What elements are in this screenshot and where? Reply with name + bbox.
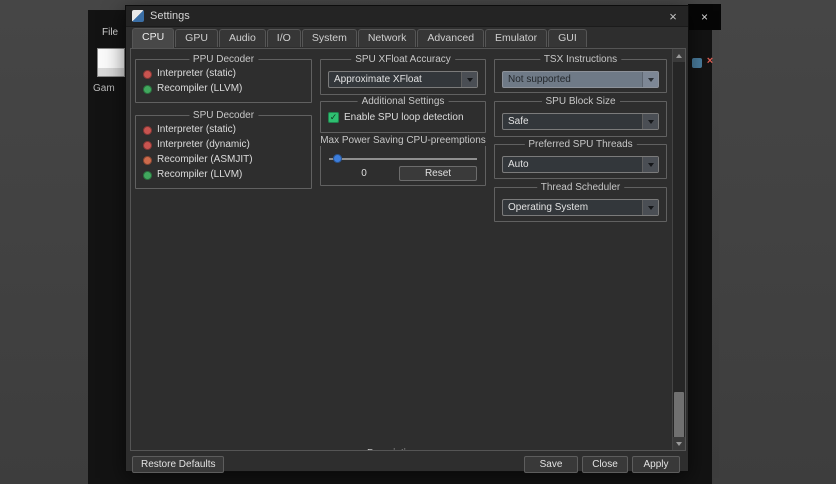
background-close-button[interactable]: × [701,11,708,23]
preemptions-slider-track [329,154,477,163]
preemptions-value: 0 [361,168,367,179]
radio-option-spu-interpreter-static[interactable]: Interpreter (static) [143,125,311,135]
spu-xfloat-accuracy-dropdown[interactable]: Approximate XFloat [328,71,478,88]
tab-io[interactable]: I/O [266,29,301,47]
group-title: Max Power Saving CPU-preemptions [316,135,490,146]
thread-scheduler-group: Thread Scheduler Operating System [494,182,667,222]
radio-indicator [143,170,152,180]
spu-xfloat-accuracy-group: SPU XFloat Accuracy Approximate XFloat [320,54,486,95]
vertical-scrollbar[interactable] [672,49,685,450]
close-button[interactable]: Close [582,456,628,473]
save-button[interactable]: Save [524,456,578,473]
dropdown-value: Auto [508,159,529,170]
preemptions-controls: 0 Reset [329,166,477,181]
background-game-thumbnail [97,48,125,77]
background-partial-label: Gam [93,83,115,94]
scroll-up-icon[interactable] [673,49,685,62]
restore-defaults-button[interactable]: Restore Defaults [132,456,225,473]
group-title: Preferred SPU Threads [524,139,637,150]
spu-block-size-group: SPU Block Size Safe [494,96,667,137]
dialog-title: Settings [150,10,190,22]
group-title: Description [362,448,422,450]
chevron-down-icon [642,157,658,172]
tsx-instructions-group: TSX Instructions Not supported [494,54,667,93]
radio-indicator [143,84,152,94]
checkbox-indicator: ✓ [328,112,339,123]
tab-audio[interactable]: Audio [218,29,266,47]
spu-loop-detection-checkbox[interactable]: ✓ Enable SPU loop detection [328,112,464,123]
tab-system[interactable]: System [301,29,357,47]
background-toolbar-icon [692,58,702,68]
tab-bar: CPU GPU Audio I/O System Network Advance… [126,27,688,48]
radio-indicator [143,69,152,79]
group-title: SPU XFloat Accuracy [351,54,455,65]
radio-option-ppu-interpreter-static[interactable]: Interpreter (static) [143,69,311,79]
preferred-spu-threads-dropdown[interactable]: Auto [502,156,659,173]
tab-cpu[interactable]: CPU [132,28,175,48]
radio-indicator [143,155,152,165]
reset-button[interactable]: Reset [399,166,477,181]
ppu-decoder-group: PPU Decoder Interpreter (static) Recompi… [135,54,312,103]
spu-block-size-dropdown[interactable]: Safe [502,113,659,130]
dialog-titlebar[interactable]: Settings × [126,6,688,27]
cpu-preemptions-group: Max Power Saving CPU-preemptions 0 Reset [316,135,490,186]
preferred-spu-threads-group: Preferred SPU Threads Auto [494,139,667,179]
radio-label: Interpreter (static) [157,68,236,79]
radio-option-spu-recompiler-llvm[interactable]: Recompiler (LLVM) [143,170,311,180]
chevron-down-icon [642,200,658,215]
group-title: SPU Block Size [541,96,620,107]
tab-emulator[interactable]: Emulator [485,29,548,47]
group-title: Additional Settings [357,96,449,107]
chevron-down-icon [642,72,658,87]
group-title: PPU Decoder [188,54,259,65]
additional-settings-group: Additional Settings ✓ Enable SPU loop de… [320,96,486,133]
group-title: Thread Scheduler [536,182,625,193]
settings-dialog: Settings × CPU GPU Audio I/O System Netw… [125,5,689,473]
tab-gpu[interactable]: GPU [175,29,218,47]
scrollbar-thumb[interactable] [674,392,684,439]
checkbox-label: Enable SPU loop detection [344,112,464,123]
rpcs3-logo-icon [132,10,144,22]
radio-label: Recompiler (ASMJIT) [157,154,253,165]
dropdown-value: Not supported [508,74,571,85]
dropdown-value: Operating System [508,202,589,213]
chevron-down-icon [642,114,658,129]
radio-indicator [143,125,152,135]
background-file-menu[interactable]: File [102,27,118,38]
radio-indicator [143,140,152,150]
radio-label: Interpreter (dynamic) [157,139,250,150]
desktop: File Gam × × Settings × CPU GPU Audio I/… [0,0,836,484]
tsx-instructions-dropdown: Not supported [502,71,659,88]
tab-gui[interactable]: GUI [548,29,587,47]
radio-option-ppu-recompiler-llvm[interactable]: Recompiler (LLVM) [143,84,311,94]
background-window-titlebar: × [688,4,721,30]
dropdown-value: Approximate XFloat [334,74,422,85]
dropdown-value: Safe [508,116,529,127]
spu-decoder-group: SPU Decoder Interpreter (static) Interpr… [135,110,312,189]
thread-scheduler-dropdown[interactable]: Operating System [502,199,659,216]
radio-label: Recompiler (LLVM) [157,83,243,94]
background-close-icon[interactable]: × [704,55,716,68]
preemptions-slider-handle[interactable] [333,154,342,163]
group-title: SPU Decoder [188,110,259,121]
radio-label: Recompiler (LLVM) [157,169,243,180]
cpu-settings-pane: PPU Decoder Interpreter (static) Recompi… [130,48,686,451]
tab-network[interactable]: Network [357,29,417,47]
scroll-down-icon[interactable] [673,437,685,450]
apply-button[interactable]: Apply [632,456,680,473]
radio-label: Interpreter (static) [157,124,236,135]
chevron-down-icon [461,72,477,87]
radio-option-spu-interpreter-dynamic[interactable]: Interpreter (dynamic) [143,140,311,150]
dialog-close-button[interactable]: × [664,9,682,24]
group-title: TSX Instructions [539,54,622,65]
radio-option-spu-recompiler-asmjit[interactable]: Recompiler (ASMJIT) [143,155,311,165]
tab-advanced[interactable]: Advanced [417,29,485,47]
